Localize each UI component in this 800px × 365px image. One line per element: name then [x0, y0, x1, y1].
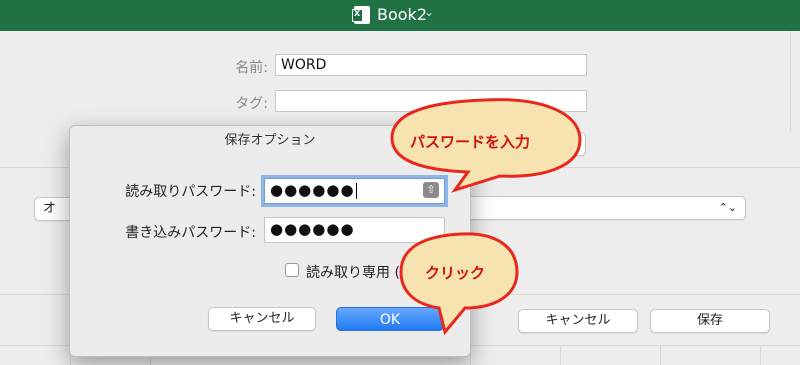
cancel-button[interactable]: キャンセル [518, 309, 638, 333]
updown-chevron-icon: ⌃⌄ [718, 201, 737, 214]
filename-field[interactable]: WORD [275, 54, 587, 76]
readonly-label: 読み取り専用 ( [306, 265, 400, 281]
name-label: 名前: [235, 60, 268, 76]
cell-divider [760, 345, 761, 365]
window-titlebar: Book2 ⌄ [0, 0, 800, 31]
excel-doc-icon [352, 6, 370, 24]
divider [790, 31, 791, 131]
text-caret [355, 182, 357, 199]
write-password-label: 書き込みパスワード: [125, 225, 256, 241]
dialog-cancel-button[interactable]: キャンセル [208, 307, 316, 331]
save-button[interactable]: 保存 [650, 309, 770, 333]
read-password-value: ●●●●●● [270, 181, 355, 199]
cell-divider [560, 345, 561, 365]
cell-divider [660, 345, 661, 365]
read-password-label: 読み取りパスワード: [125, 184, 256, 200]
chevron-down-icon[interactable]: ⌄ [424, 5, 434, 19]
click-callout [399, 232, 519, 336]
click-callout-text: クリック [425, 264, 486, 282]
readonly-checkbox[interactable] [285, 263, 299, 277]
tags-label: タグ: [235, 96, 268, 112]
password-callout-text: パスワードを入力 [410, 133, 531, 151]
window-title: Book2 [377, 5, 427, 24]
